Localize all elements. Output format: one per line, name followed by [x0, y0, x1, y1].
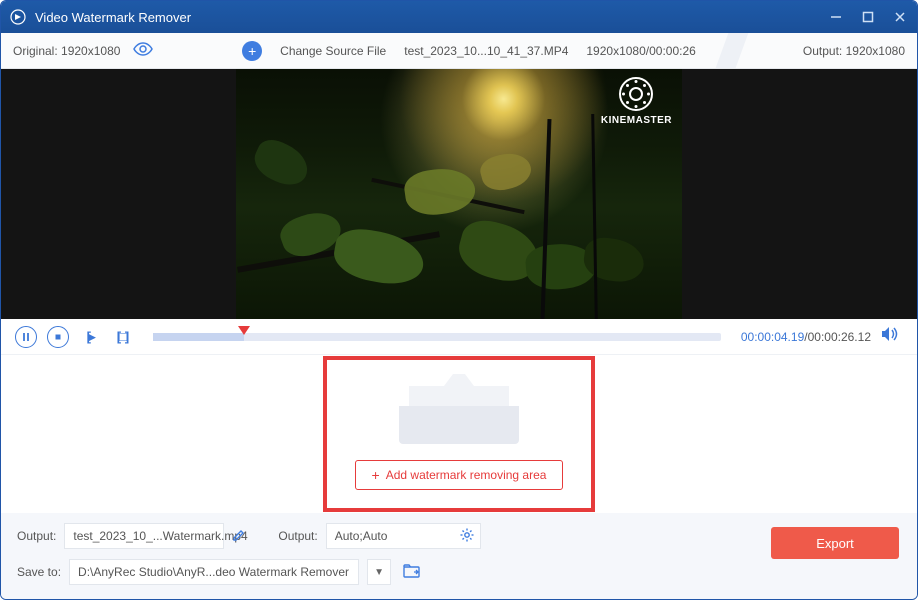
total-time: 00:00:26.12: [808, 330, 871, 344]
output-label: Output:: [803, 44, 842, 58]
timeline-progress: [153, 333, 244, 341]
app-title: Video Watermark Remover: [35, 10, 827, 25]
divider: [712, 33, 742, 68]
output-resolution: 1920x1080: [846, 44, 905, 58]
kinemaster-logo-icon: [619, 77, 653, 111]
stop-button[interactable]: [47, 326, 69, 348]
format-settings-icon[interactable]: [460, 528, 474, 545]
output-format-value: Auto;Auto: [335, 529, 388, 543]
maximize-button[interactable]: [859, 8, 877, 26]
bottom-fields: Output: test_2023_10_...Watermark.mp4 Ou…: [17, 523, 901, 585]
video-frame: KINEMASTER: [236, 69, 682, 319]
add-watermark-area-label: Add watermark removing area: [386, 468, 547, 482]
window-controls: [827, 8, 909, 26]
output-filename-field[interactable]: test_2023_10_...Watermark.mp4: [64, 523, 224, 549]
save-path-label: Save to:: [17, 565, 61, 579]
source-center: + Change Source File test_2023_10...10_4…: [193, 41, 745, 61]
timeline-track[interactable]: [153, 333, 721, 341]
output-filename-label: Output:: [17, 529, 56, 543]
save-path-field[interactable]: D:\AnyRec Studio\AnyR...deo Watermark Re…: [69, 559, 359, 585]
original-resolution: 1920x1080: [61, 44, 120, 58]
minimize-button[interactable]: [827, 8, 845, 26]
add-watermark-area-button[interactable]: + Add watermark removing area: [355, 460, 564, 490]
change-source-link[interactable]: Change Source File: [280, 44, 386, 58]
playhead-marker[interactable]: [238, 326, 250, 335]
app-logo-icon: [9, 8, 27, 26]
source-filename: test_2023_10...10_41_37.MP4: [404, 44, 568, 58]
close-button[interactable]: [891, 8, 909, 26]
output-info: Output: 1920x1080: [745, 44, 905, 58]
pause-button[interactable]: [15, 326, 37, 348]
mark-in-button[interactable]: [▸: [79, 326, 101, 348]
plus-icon: +: [372, 467, 380, 483]
add-source-button[interactable]: +: [242, 41, 262, 61]
volume-icon[interactable]: [881, 326, 899, 347]
output-filename-row: Output: test_2023_10_...Watermark.mp4 Ou…: [17, 523, 901, 549]
watermark-text: KINEMASTER: [601, 115, 672, 126]
bottom-panel: Output: test_2023_10_...Watermark.mp4 Ou…: [1, 513, 917, 599]
watermark-overlay: KINEMASTER: [601, 77, 672, 126]
source-meta: 1920x1080/00:00:26: [586, 44, 695, 58]
open-folder-icon[interactable]: [403, 564, 421, 581]
output-format-field[interactable]: Auto;Auto: [326, 523, 481, 549]
preview-toggle-icon[interactable]: [132, 41, 154, 60]
time-display: 00:00:04.19/00:00:26.12: [741, 330, 871, 344]
inbox-icon: [399, 374, 519, 444]
save-path-row: Save to: D:\AnyRec Studio\AnyR...deo Wat…: [17, 559, 901, 585]
source-info-row: Original: 1920x1080 + Change Source File…: [1, 33, 917, 69]
playback-controls: [▸ [□] 00:00:04.19/00:00:26.12: [1, 319, 917, 355]
output-format-label: Output:: [278, 529, 317, 543]
save-path-dropdown[interactable]: ▼: [367, 559, 391, 585]
original-label: Original:: [13, 44, 58, 58]
app-window: Video Watermark Remover Original: 1920x1…: [0, 0, 918, 600]
mark-out-button[interactable]: [□]: [111, 326, 133, 348]
video-preview[interactable]: KINEMASTER: [1, 69, 917, 319]
original-info: Original: 1920x1080: [13, 41, 193, 60]
watermark-area-panel: + Add watermark removing area: [1, 355, 917, 513]
export-button[interactable]: Export: [771, 527, 899, 559]
current-time: 00:00:04.19: [741, 330, 804, 344]
titlebar: Video Watermark Remover: [1, 1, 917, 33]
edit-filename-icon[interactable]: [232, 528, 246, 545]
highlight-box: + Add watermark removing area: [323, 356, 596, 512]
